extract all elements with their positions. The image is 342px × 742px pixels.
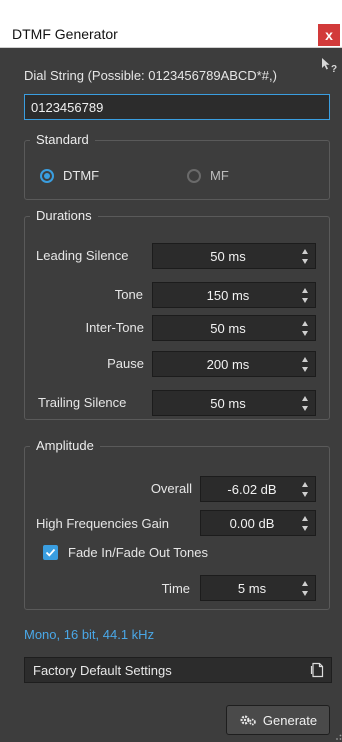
durations-group-title: Durations: [30, 208, 98, 223]
spin-arrows-icon[interactable]: [301, 321, 309, 336]
overall-value: -6.02 dB: [227, 481, 277, 497]
standard-group-title: Standard: [30, 132, 95, 147]
window-title: DTMF Generator: [12, 26, 118, 42]
pause-spinbox[interactable]: 200 ms: [152, 351, 316, 377]
time-spinbox[interactable]: 5 ms: [200, 575, 316, 601]
amplitude-group-title: Amplitude: [30, 438, 100, 453]
spin-arrows-icon[interactable]: [301, 288, 309, 303]
format-status: Mono, 16 bit, 44.1 kHz: [24, 627, 155, 642]
close-icon: x: [325, 27, 333, 43]
hf-gain-spinbox[interactable]: 0.00 dB: [200, 510, 316, 536]
hf-gain-label: High Frequencies Gain: [36, 516, 169, 531]
preset-selector[interactable]: Factory Default Settings: [24, 657, 332, 683]
trailing-silence-label: Trailing Silence: [38, 395, 127, 410]
leading-silence-value: 50 ms: [210, 248, 246, 264]
preset-label: Factory Default Settings: [33, 662, 172, 678]
fade-checkbox[interactable]: [43, 545, 58, 560]
checkmark-icon: [45, 548, 56, 557]
radio-selected-icon: [40, 168, 54, 183]
time-value: 5 ms: [237, 580, 267, 596]
radio-mf[interactable]: MF: [187, 168, 229, 183]
pause-label: Pause: [107, 356, 144, 371]
spin-arrows-icon[interactable]: [301, 249, 309, 264]
hf-gain-value: 0.00 dB: [229, 515, 275, 531]
dial-string-input[interactable]: [24, 94, 330, 120]
fade-label[interactable]: Fade In/Fade Out Tones: [68, 545, 208, 560]
tone-value: 150 ms: [206, 287, 250, 303]
radio-mf-label: MF: [210, 168, 229, 183]
overall-spinbox[interactable]: -6.02 dB: [200, 476, 316, 502]
gears-icon: [240, 715, 256, 726]
inter-tone-value: 50 ms: [210, 320, 246, 336]
spin-arrows-icon[interactable]: [301, 516, 309, 531]
time-label: Time: [161, 581, 190, 596]
spin-arrows-icon[interactable]: [301, 581, 309, 596]
pause-value: 200 ms: [206, 356, 250, 372]
resize-grip-icon[interactable]: [334, 734, 342, 742]
spin-arrows-icon[interactable]: [301, 396, 309, 411]
spin-arrows-icon[interactable]: [301, 482, 309, 497]
trailing-silence-spinbox[interactable]: 50 ms: [152, 390, 316, 416]
trailing-silence-value: 50 ms: [210, 395, 246, 411]
overall-label: Overall: [150, 481, 192, 496]
preset-icon[interactable]: [310, 662, 324, 678]
inter-tone-label: Inter-Tone: [85, 320, 144, 335]
inter-tone-spinbox[interactable]: 50 ms: [152, 315, 316, 341]
generate-label: Generate: [262, 712, 318, 728]
spin-arrows-icon[interactable]: [301, 357, 309, 372]
title-bar: DTMF Generator x: [0, 0, 342, 48]
close-button[interactable]: x: [318, 24, 340, 46]
tone-label: Tone: [114, 287, 143, 302]
generate-button[interactable]: Generate: [226, 705, 330, 735]
radio-dtmf-label: DTMF: [63, 168, 100, 183]
tone-spinbox[interactable]: 150 ms: [152, 282, 316, 308]
dial-string-label: Dial String (Possible: 0123456789ABCD*#,…: [24, 68, 277, 83]
radio-unselected-icon: [187, 168, 201, 183]
radio-dtmf[interactable]: DTMF: [40, 168, 99, 183]
leading-silence-label: Leading Silence: [36, 248, 129, 263]
help-cursor-icon[interactable]: ?: [320, 56, 340, 76]
leading-silence-spinbox[interactable]: 50 ms: [152, 243, 316, 269]
svg-text:?: ?: [331, 64, 337, 75]
